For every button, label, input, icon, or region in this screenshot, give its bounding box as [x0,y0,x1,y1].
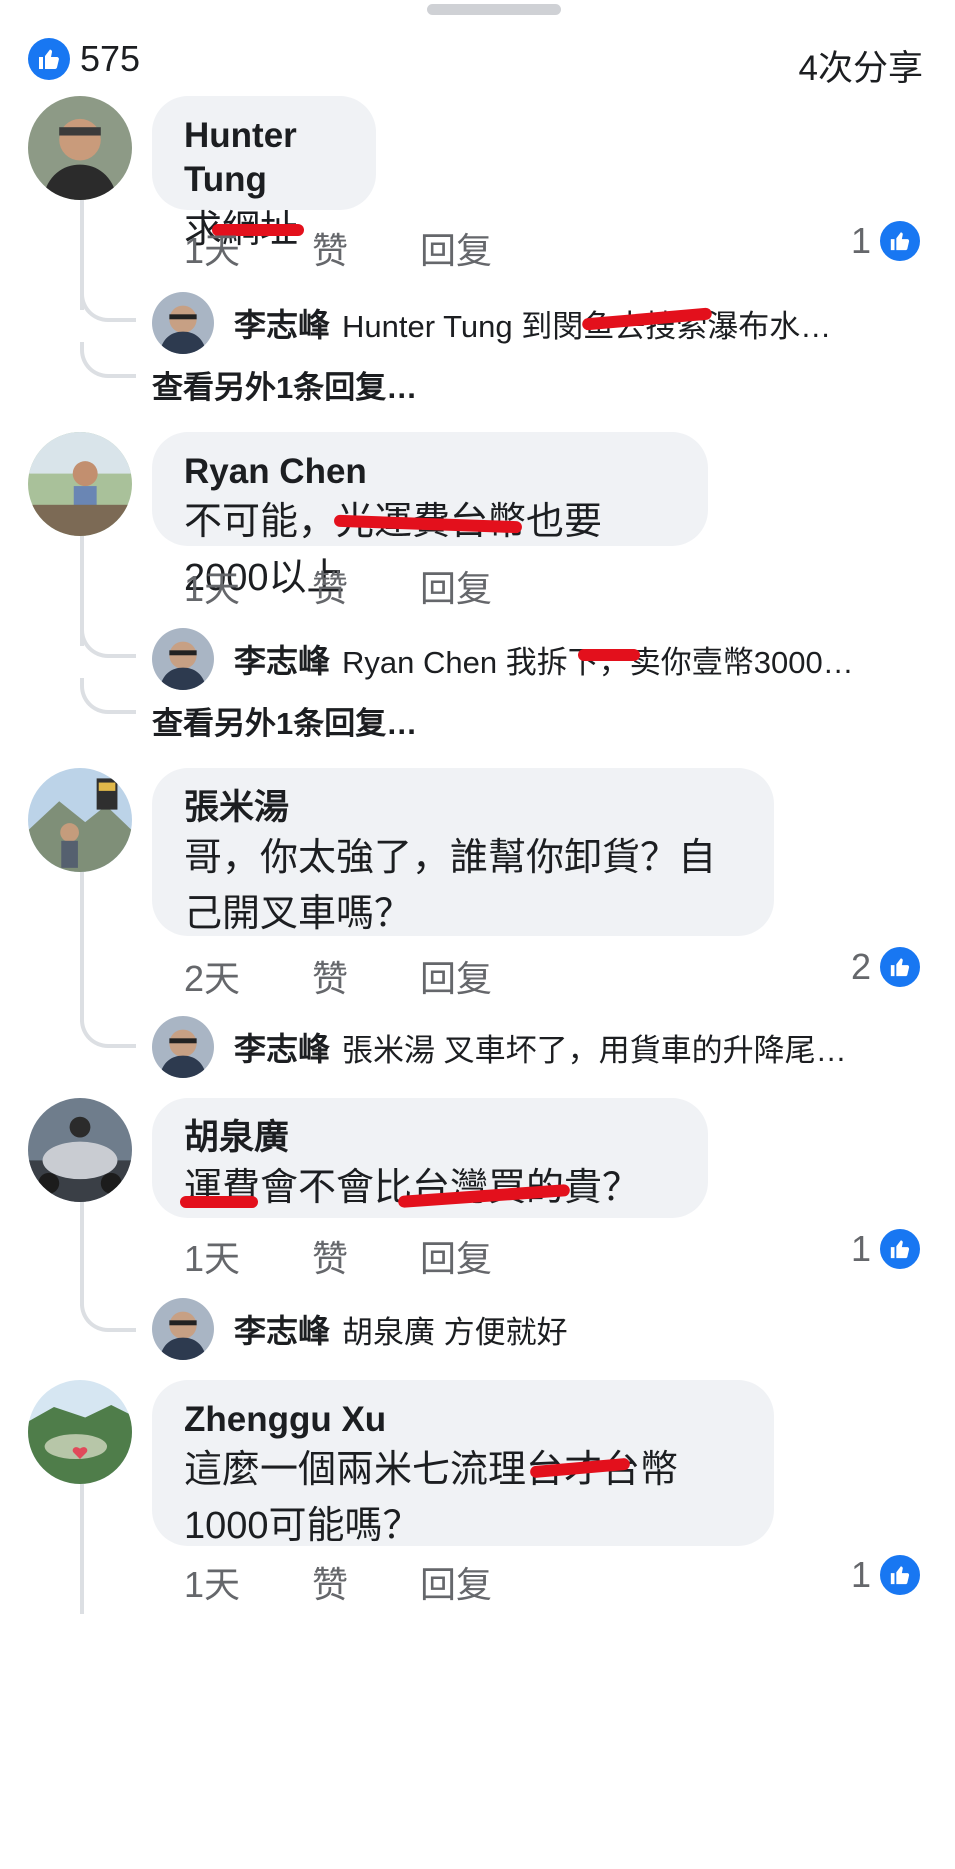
reply-preview[interactable]: 李志峰 張米湯 叉車坏了，用貨車的升降尾… [152,1016,847,1078]
comment-bubble[interactable]: 張米湯 哥，你太強了，誰幫你卸貨？自己開叉車嗎？ [152,768,774,936]
reply-button[interactable]: 回复 [420,1556,492,1608]
avatar[interactable] [28,768,132,872]
reply-text: Ryan Chen 我拆下，卖你壹幣3000… [342,644,854,680]
comment-text: 運費會不會比台灣買的貴？ [180,1160,676,1216]
thread-connector [80,286,136,322]
like-count: 575 [80,38,141,79]
avatar [152,1016,214,1078]
avatar[interactable] [28,1098,132,1202]
thread-connector [80,678,136,714]
share-count[interactable]: 4次分享 [799,40,923,91]
thread-connector [80,342,136,378]
reply-author[interactable]: 李志峰 [234,1024,330,1070]
thread-line [80,1202,84,1306]
reply-text: 張米湯 叉車坏了，用貨車的升降尾… [342,1032,847,1068]
comment-time: 1天 [184,230,241,271]
comment-meta: 1天 赞 回复 [184,1230,564,1282]
reaction-count[interactable]: 1 [851,1226,923,1272]
comment-meta: 1天 赞 回复 [184,560,564,612]
thumbs-up-icon [877,1226,923,1272]
comment-bubble[interactable]: Ryan Chen 不可能，光運費台幣也要2000以上 [152,432,708,599]
reply-preview[interactable]: 李志峰 Ryan Chen 我拆下，卖你壹幣3000… [152,628,854,690]
comment-meta: 2天 赞 回复 [184,950,564,1002]
like-button[interactable]: 赞 [312,222,348,274]
avatar [152,628,214,690]
reply-preview[interactable]: 李志峰 胡泉廣 方便就好 [152,1298,568,1360]
thread-connector [80,1296,136,1332]
thread-line [80,1484,84,1614]
reply-preview[interactable]: 李志峰 Hunter Tung 到閔鱼去搜索瀑布水… [152,292,831,354]
thread-connector [80,622,136,658]
avatar[interactable] [28,432,132,536]
thread-connector [80,1012,136,1048]
reply-author[interactable]: 李志峰 [234,300,330,346]
comment-author[interactable]: Ryan Chen [184,450,676,494]
reply-button[interactable]: 回复 [420,1230,492,1282]
like-button[interactable]: 赞 [312,1230,348,1282]
reply-author[interactable]: 李志峰 [234,1306,330,1352]
reaction-summary[interactable]: 575 [28,38,140,80]
reply-button[interactable]: 回复 [420,222,492,274]
comment-bubble[interactable]: Hunter Tung 求網址 [152,96,376,251]
comment-meta: 1天 赞 回复 [184,1556,564,1608]
reply-button[interactable]: 回复 [420,560,492,612]
avatar [152,1298,214,1360]
like-button[interactable]: 赞 [312,560,348,612]
comment-text: 這麼一個兩米七流理台才台幣1000可能嗎？ [184,1449,679,1547]
comment-author[interactable]: 胡泉廣 [184,1116,676,1160]
redaction-mark [180,1196,258,1208]
reaction-count[interactable]: 2 [851,944,923,990]
comment-bubble[interactable]: 胡泉廣 運費會不會比台灣買的貴？ [152,1098,708,1218]
view-more-replies[interactable]: 查看另外1条回复… [152,362,417,407]
thread-line [80,872,84,1022]
comment-time: 1天 [184,568,241,609]
reaction-count[interactable]: 1 [851,1552,923,1598]
thumbs-up-icon [877,944,923,990]
view-more-replies[interactable]: 查看另外1条回复… [152,698,417,743]
avatar[interactable] [28,96,132,200]
comment-meta: 1天 赞 回复 [184,222,564,274]
sheet-drag-handle[interactable] [427,4,561,15]
comment-author[interactable]: Zhenggu Xu [184,1398,742,1442]
comment-time: 1天 [184,1238,241,1279]
redaction-mark [578,648,641,661]
comment-time: 1天 [184,1564,241,1605]
comment-text: 哥，你太強了，誰幫你卸貨？自己開叉車嗎？ [184,837,717,935]
thumbs-up-icon [877,218,923,264]
thumbs-up-icon [28,38,70,80]
reply-text: Hunter Tung 到閔鱼去搜索瀑布水… [342,306,832,344]
thumbs-up-icon [877,1552,923,1598]
comment-author[interactable]: 張米湯 [184,786,742,830]
avatar[interactable] [28,1380,132,1484]
reply-text: 胡泉廣 方便就好 [342,1314,568,1350]
comment-bubble[interactable]: Zhenggu Xu 這麼一個兩米七流理台才台幣1000可能嗎？ [152,1380,774,1547]
like-button[interactable]: 赞 [312,950,348,1002]
comment-time: 2天 [184,958,241,999]
reaction-count[interactable]: 1 [851,218,923,264]
comment-author[interactable]: Hunter Tung [184,114,344,202]
reply-author[interactable]: 李志峰 [234,636,330,682]
reply-button[interactable]: 回复 [420,950,492,1002]
like-button[interactable]: 赞 [312,1556,348,1608]
avatar [152,292,214,354]
